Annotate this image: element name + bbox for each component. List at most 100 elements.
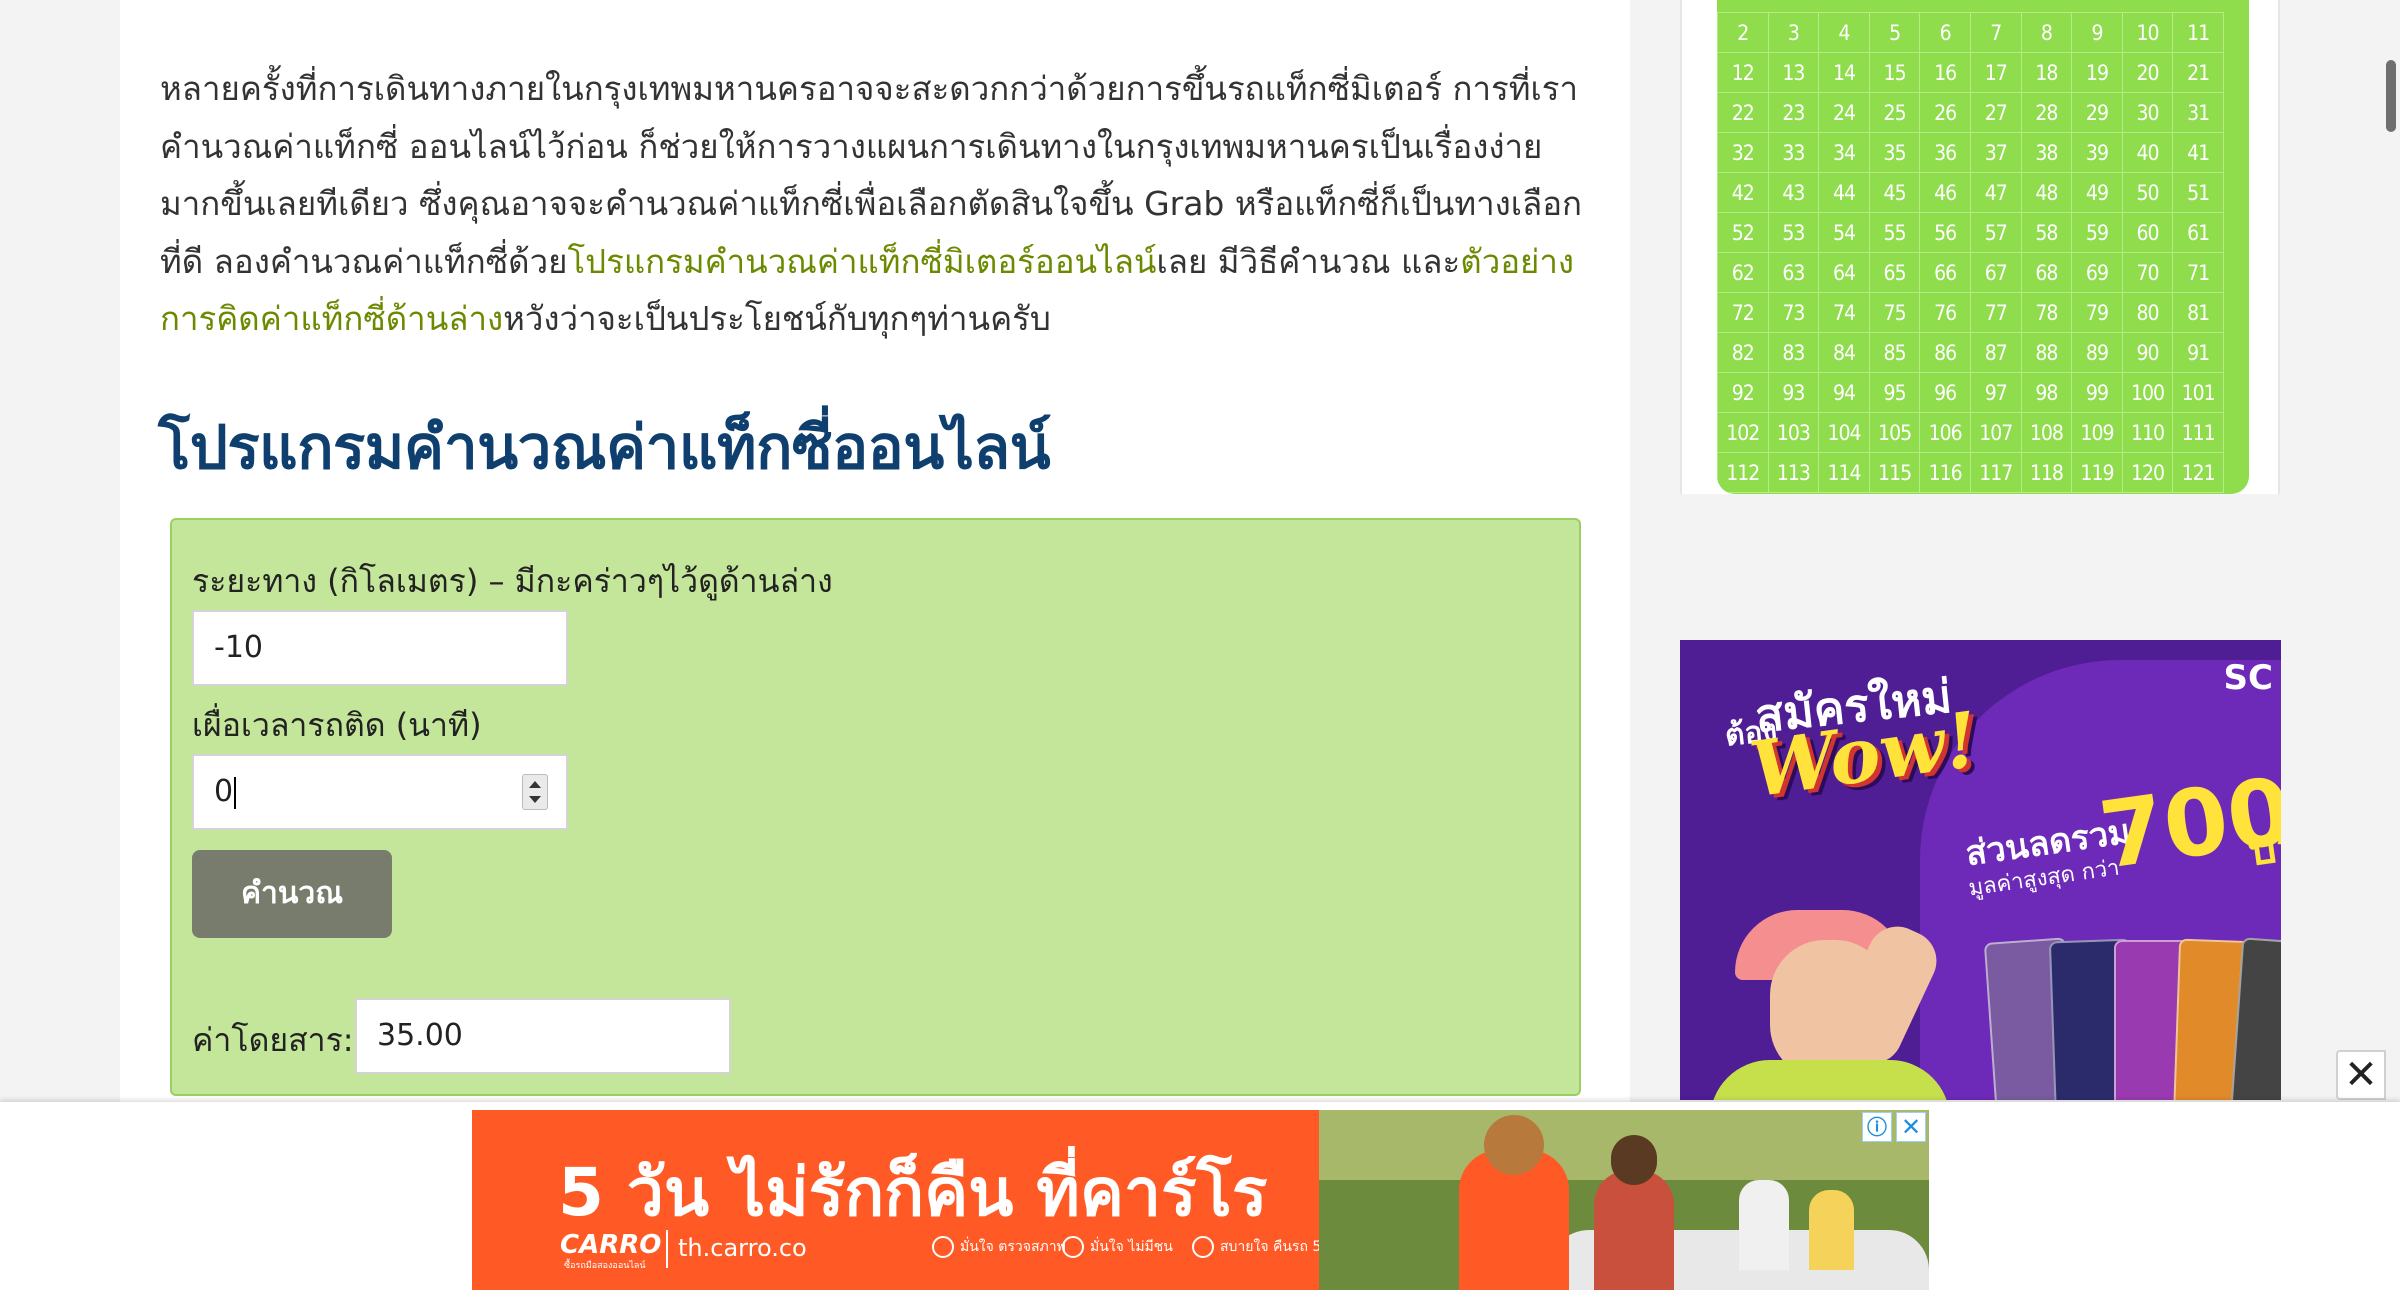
number-grid-cell: 95 xyxy=(1868,372,1921,413)
distance-input[interactable]: -10 xyxy=(192,610,568,686)
number-grid-cell: 8 xyxy=(2020,12,2073,53)
close-icon[interactable]: ✕ xyxy=(2336,1050,2386,1100)
traffic-time-input[interactable]: 0 xyxy=(192,754,568,830)
number-grid-cell: 87 xyxy=(1969,332,2022,373)
ad-photo-child xyxy=(1809,1190,1854,1270)
number-grid-cell: 57 xyxy=(1969,212,2022,253)
number-grid-cell: 94 xyxy=(1818,372,1870,413)
ad-brand: SC xyxy=(2223,658,2273,698)
number-grid-cell: 61 xyxy=(2172,212,2224,253)
number-grid-cell: 85 xyxy=(1868,332,1921,373)
number-grid-cell: 111 xyxy=(2172,412,2224,453)
number-grid-cell: 46 xyxy=(1919,172,1971,213)
calculator-link[interactable]: โปรแกรมคำนวณค่าแท็กซี่มิเตอร์ออนไลน์ xyxy=(567,242,1156,281)
bottom-advertisement[interactable]: 5 วัน ไม่รักก็คืน ที่คาร์โร CARRO ซื้อรถ… xyxy=(472,1110,1929,1290)
number-grid-cell: 42 xyxy=(1717,172,1769,213)
number-grid-cell: 72 xyxy=(1717,292,1769,333)
number-grid-cell: 80 xyxy=(2121,292,2174,333)
adchoices-icon[interactable]: ⓘ xyxy=(1862,1112,1892,1142)
number-grid-cell: 68 xyxy=(2020,252,2073,293)
number-grid-cell: 41 xyxy=(2172,132,2224,173)
number-grid-cell: 88 xyxy=(2020,332,2073,373)
intro-paragraph: หลายครั้งที่การเดินทางภายในกรุงเทพมหานคร… xyxy=(160,60,1600,348)
fare-value: 35.00 xyxy=(377,1018,463,1053)
ad-photo-child xyxy=(1739,1180,1789,1270)
number-grid-cell: 86 xyxy=(1919,332,1971,373)
number-grid-row: 32 33 34 35 36 37 38 39 40 41 xyxy=(1717,132,2224,173)
number-grid-cell: 5 xyxy=(1868,12,1921,53)
number-grid-cell: 71 xyxy=(2172,252,2224,293)
number-grid-cell: 3 xyxy=(1767,12,1820,53)
number-grid-cell: 60 xyxy=(2121,212,2174,253)
number-grid-cell: 32 xyxy=(1717,132,1769,173)
calculate-button[interactable]: คำนวณ xyxy=(192,850,392,938)
number-grid-cell: 101 xyxy=(2172,372,2224,413)
page-heading: โปรแกรมคำนวณค่าแท็กซี่ออนไลน์ xyxy=(158,413,1051,483)
text-caret xyxy=(234,776,237,809)
number-grid-cell: 90 xyxy=(2121,332,2174,373)
ad-photo-man-head xyxy=(1484,1115,1544,1175)
number-grid-cell: 4 xyxy=(1818,12,1870,53)
number-grid-cell: 107 xyxy=(1969,412,2022,453)
number-grid-cell: 29 xyxy=(2071,92,2123,133)
number-grid-cell: 108 xyxy=(2020,412,2073,453)
number-grid-row: 102 103 104 105 106 107 108 109 110 111 xyxy=(1717,412,2224,453)
number-spinner[interactable] xyxy=(522,774,548,810)
number-grid-cell: 28 xyxy=(2020,92,2073,133)
number-grid-cell: 76 xyxy=(1919,292,1971,333)
number-grid-cell: 63 xyxy=(1767,252,1820,293)
number-grid-cell: 59 xyxy=(2071,212,2123,253)
number-grid-cell: 83 xyxy=(1767,332,1820,373)
number-grid-cell: 52 xyxy=(1717,212,1769,253)
sidebar-advertisement[interactable]: SC สมัครใหม่ ต้อง Wow! ส่วนลดรวม มูลค่าส… xyxy=(1680,640,2281,1100)
sidebar-number-grid: 2 3 4 5 6 7 8 9 10 11 12 13 14 15 16 17 18 19 20 21 22 23 24 25… xyxy=(1680,0,2280,494)
scrollbar-thumb[interactable] xyxy=(2386,60,2396,132)
number-grid-cell: 98 xyxy=(2020,372,2073,413)
number-grid-cell: 53 xyxy=(1767,212,1820,253)
number-grid-cell: 120 xyxy=(2121,452,2174,493)
ad-feature-1-label: มั่นใจ ตรวจสภาพ xyxy=(960,1239,1066,1255)
number-grid-cell: 34 xyxy=(1818,132,1870,173)
number-grid-cell: 36 xyxy=(1919,132,1971,173)
ad-feature-2-label: มั่นใจ ไม่มีชน xyxy=(1090,1239,1173,1255)
number-grid-cell: 47 xyxy=(1969,172,2022,213)
number-grid-cell: 54 xyxy=(1818,212,1870,253)
number-grid-cell: 103 xyxy=(1767,412,1820,453)
number-grid-cell: 20 xyxy=(2121,52,2174,93)
number-grid-cell: 62 xyxy=(1717,252,1769,293)
carro-logo-sub: ซื้อรถมือสองออนไลน์ xyxy=(564,1261,646,1271)
number-grid-cell: 13 xyxy=(1767,52,1820,93)
number-grid-row: 112 113 114 115 116 117 118 119 120 121 xyxy=(1717,452,2224,493)
number-grid-cell: 70 xyxy=(2121,252,2174,293)
return-icon xyxy=(1192,1236,1214,1258)
number-grid-cell: 69 xyxy=(2071,252,2123,293)
number-grid-cell: 45 xyxy=(1868,172,1921,213)
number-grid-cell: 92 xyxy=(1717,372,1769,413)
number-grid-cell: 55 xyxy=(1868,212,1921,253)
number-grid-row: 92 93 94 95 96 97 98 99 100 101 xyxy=(1717,372,2224,413)
intro-text-2: เลย มีวิธีคำนวณ และ xyxy=(1156,241,1461,281)
number-grid-cell: 31 xyxy=(2172,92,2224,133)
number-grid-cell: 106 xyxy=(1919,412,1971,453)
number-grid-cell: 114 xyxy=(1818,452,1870,493)
number-grid-cell: 93 xyxy=(1767,372,1820,413)
number-grid-cell: 56 xyxy=(1919,212,1971,253)
number-grid-cell: 116 xyxy=(1919,452,1971,493)
number-grid-cell: 10 xyxy=(2121,12,2174,53)
fare-output: 35.00 xyxy=(355,998,731,1074)
number-grid-cell: 105 xyxy=(1868,412,1921,453)
number-grid-cell: 44 xyxy=(1818,172,1870,213)
number-grid-cell: 17 xyxy=(1969,52,2022,93)
bottom-ad-headline: 5 วัน ไม่รักก็คืน ที่คาร์โร xyxy=(558,1154,1268,1231)
number-grid-cell: 43 xyxy=(1767,172,1820,213)
number-grid-cell: 9 xyxy=(2071,12,2123,53)
number-grid-cell: 78 xyxy=(2020,292,2073,333)
number-grid-cell: 97 xyxy=(1969,372,2022,413)
number-grid-cell: 35 xyxy=(1868,132,1921,173)
number-grid-cell: 104 xyxy=(1818,412,1870,453)
ad-close-icon[interactable]: ✕ xyxy=(1896,1112,1926,1142)
number-grid-cell: 91 xyxy=(2172,332,2224,373)
number-grid-cell: 66 xyxy=(1919,252,1971,293)
taxi-calculator-form: ระยะทาง (กิโลเมตร) – มีกะคร่าวๆไว้ดูด้าน… xyxy=(170,518,1581,1096)
number-grid-row: 12 13 14 15 16 17 18 19 20 21 xyxy=(1717,52,2224,93)
